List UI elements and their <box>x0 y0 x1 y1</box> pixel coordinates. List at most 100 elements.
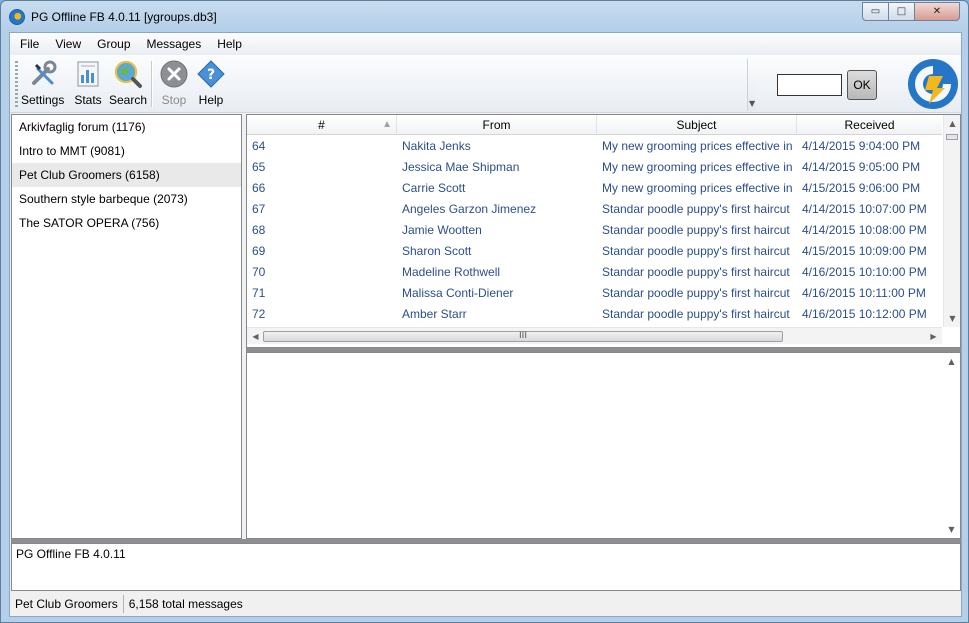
table-row[interactable]: 72 Amber Starr Standar poodle puppy's fi… <box>247 304 942 325</box>
preview-scroll-up-icon[interactable]: ▲ <box>943 353 960 370</box>
cell-received: 4/15/2015 9:06:00 PM <box>802 181 921 195</box>
table-row[interactable]: 67 Angeles Garzon Jimenez Standar poodle… <box>247 199 942 220</box>
minimize-button[interactable]: ▭ <box>862 2 889 21</box>
cell-from: Carrie Scott <box>402 181 466 195</box>
cell-from: Jamie Wootten <box>402 223 482 237</box>
cell-number: 71 <box>252 286 266 300</box>
column-header-received[interactable]: Received <box>797 115 942 135</box>
table-row[interactable]: 64 Nakita Jenks My new grooming prices e… <box>247 136 942 157</box>
cell-received: 4/14/2015 10:08:00 PM <box>802 223 927 237</box>
message-preview-pane[interactable]: ▲ ▼ <box>246 352 961 539</box>
table-row[interactable]: 69 Sharon Scott Standar poodle puppy's f… <box>247 241 942 262</box>
preview-scroll-down-icon[interactable]: ▼ <box>943 521 960 538</box>
scroll-right-icon[interactable]: ▶ <box>925 328 942 345</box>
cell-number: 65 <box>252 160 266 174</box>
status-total-messages: 6,158 total messages <box>128 597 243 611</box>
table-row[interactable]: 70 Madeline Rothwell Standar poodle pupp… <box>247 262 942 283</box>
window-controls: ▭ □ ✕ <box>862 2 960 21</box>
toolbar-overflow-icon: ▼ <box>749 99 756 108</box>
group-item-pet-club-groomers[interactable]: Pet Club Groomers (6158) <box>12 163 241 187</box>
stop-button[interactable]: Stop <box>159 59 189 107</box>
table-row[interactable]: 66 Carrie Scott My new grooming prices e… <box>247 178 942 199</box>
cell-number: 68 <box>252 223 266 237</box>
menu-file[interactable]: File <box>12 37 47 51</box>
cell-received: 4/14/2015 9:04:00 PM <box>802 139 921 153</box>
maximize-button[interactable]: □ <box>888 2 915 21</box>
ok-button[interactable]: OK <box>847 70 877 100</box>
search-button[interactable]: Search <box>109 59 147 107</box>
cell-subject: Standar poodle puppy's first haircut <box>602 202 790 216</box>
menu-messages[interactable]: Messages <box>139 37 210 51</box>
cell-number: 69 <box>252 244 266 258</box>
cell-number: 66 <box>252 181 266 195</box>
cell-subject: Standar poodle puppy's first haircut <box>602 286 790 300</box>
cell-subject: Standar poodle puppy's first haircut <box>602 244 790 258</box>
scroll-down-icon[interactable]: ▼ <box>944 310 960 327</box>
cell-subject: Standar poodle puppy's first haircut <box>602 265 790 279</box>
grid-horizontal-scrollbar[interactable]: ◀ III ▶ <box>247 327 942 344</box>
close-button[interactable]: ✕ <box>914 2 960 21</box>
app-window: PG Offline FB 4.0.11 [ygroups.db3] ▭ □ ✕… <box>0 0 969 623</box>
stats-button[interactable]: Stats <box>73 59 103 107</box>
cell-from: Malissa Conti-Diener <box>402 286 514 300</box>
cell-subject: Standar poodle puppy's first haircut <box>602 223 790 237</box>
cell-from: Amber Starr <box>402 307 467 321</box>
toolbar-separator <box>151 61 152 107</box>
group-item-arkivfaglig[interactable]: Arkivfaglig forum (1176) <box>12 115 241 139</box>
menu-help[interactable]: Help <box>209 37 250 51</box>
column-header-subject[interactable]: Subject <box>597 115 797 135</box>
cell-subject: My new grooming prices effective in <box>602 181 793 195</box>
cell-received: 4/16/2015 10:10:00 PM <box>802 265 927 279</box>
client-area: File View Group Messages Help Settings S… <box>9 32 962 617</box>
status-bar: Pet Club Groomers 6,158 total messages <box>10 592 961 616</box>
cell-subject: My new grooming prices effective in <box>602 139 793 153</box>
stats-label: Stats <box>74 93 102 107</box>
help-question-icon: ? <box>197 60 225 88</box>
menu-group[interactable]: Group <box>89 37 138 51</box>
column-header-number[interactable]: # ▲ <box>247 115 397 135</box>
horizontal-scroll-thumb[interactable]: III <box>263 331 783 342</box>
cell-from: Angeles Garzon Jimenez <box>402 202 537 216</box>
help-button[interactable]: ? Help <box>196 59 226 107</box>
wrench-screwdriver-icon <box>31 60 57 85</box>
search-globe-icon <box>115 61 143 88</box>
toolbar: Settings Stats Search Stop ? Help ▼ OK <box>10 55 961 113</box>
app-logo <box>908 59 958 109</box>
column-header-number-label: # <box>318 118 325 132</box>
cell-from: Madeline Rothwell <box>402 265 501 279</box>
table-row[interactable]: 68 Jamie Wootten Standar poodle puppy's … <box>247 220 942 241</box>
vertical-scroll-thumb[interactable] <box>946 134 958 140</box>
grid-rows: 64 Nakita Jenks My new grooming prices e… <box>247 136 942 325</box>
search-input[interactable] <box>777 74 842 96</box>
menu-bar: File View Group Messages Help <box>10 33 961 55</box>
cell-received: 4/14/2015 10:07:00 PM <box>802 202 927 216</box>
cell-received: 4/15/2015 10:09:00 PM <box>802 244 927 258</box>
menu-view[interactable]: View <box>47 37 89 51</box>
column-header-from[interactable]: From <box>397 115 597 135</box>
cell-from: Nakita Jenks <box>402 139 471 153</box>
table-row[interactable]: 71 Malissa Conti-Diener Standar poodle p… <box>247 283 942 304</box>
stop-x-icon <box>160 60 188 88</box>
group-item-sator-opera[interactable]: The SATOR OPERA (756) <box>12 211 241 235</box>
preview-vertical-scrollbar[interactable]: ▲ ▼ <box>943 353 960 538</box>
table-row[interactable]: 65 Jessica Mae Shipman My new grooming p… <box>247 157 942 178</box>
maximize-icon: □ <box>896 6 907 17</box>
title-bar[interactable]: PG Offline FB 4.0.11 [ygroups.db3] ▭ □ ✕ <box>1 1 968 33</box>
scroll-up-icon[interactable]: ▲ <box>944 115 960 132</box>
cell-from: Sharon Scott <box>402 244 472 258</box>
log-pane: PG Offline FB 4.0.11 <box>11 543 961 591</box>
status-group-name: Pet Club Groomers <box>10 595 124 613</box>
group-item-intro-to-mmt[interactable]: Intro to MMT (9081) <box>12 139 241 163</box>
cell-from: Jessica Mae Shipman <box>402 160 520 174</box>
settings-button[interactable]: Settings <box>21 59 64 107</box>
group-list: Arkivfaglig forum (1176) Intro to MMT (9… <box>11 114 242 539</box>
svg-text:?: ? <box>207 67 215 83</box>
cell-received: 4/16/2015 10:12:00 PM <box>802 307 927 321</box>
group-item-southern-bbq[interactable]: Southern style barbeque (2073) <box>12 187 241 211</box>
log-text: PG Offline FB 4.0.11 <box>16 547 126 561</box>
scroll-left-icon[interactable]: ◀ <box>247 328 264 345</box>
app-icon <box>9 9 25 25</box>
grid-vertical-scrollbar[interactable]: ▲ ▼ <box>943 115 960 327</box>
toolbar-grip[interactable] <box>15 61 18 107</box>
stop-label: Stop <box>161 93 187 107</box>
